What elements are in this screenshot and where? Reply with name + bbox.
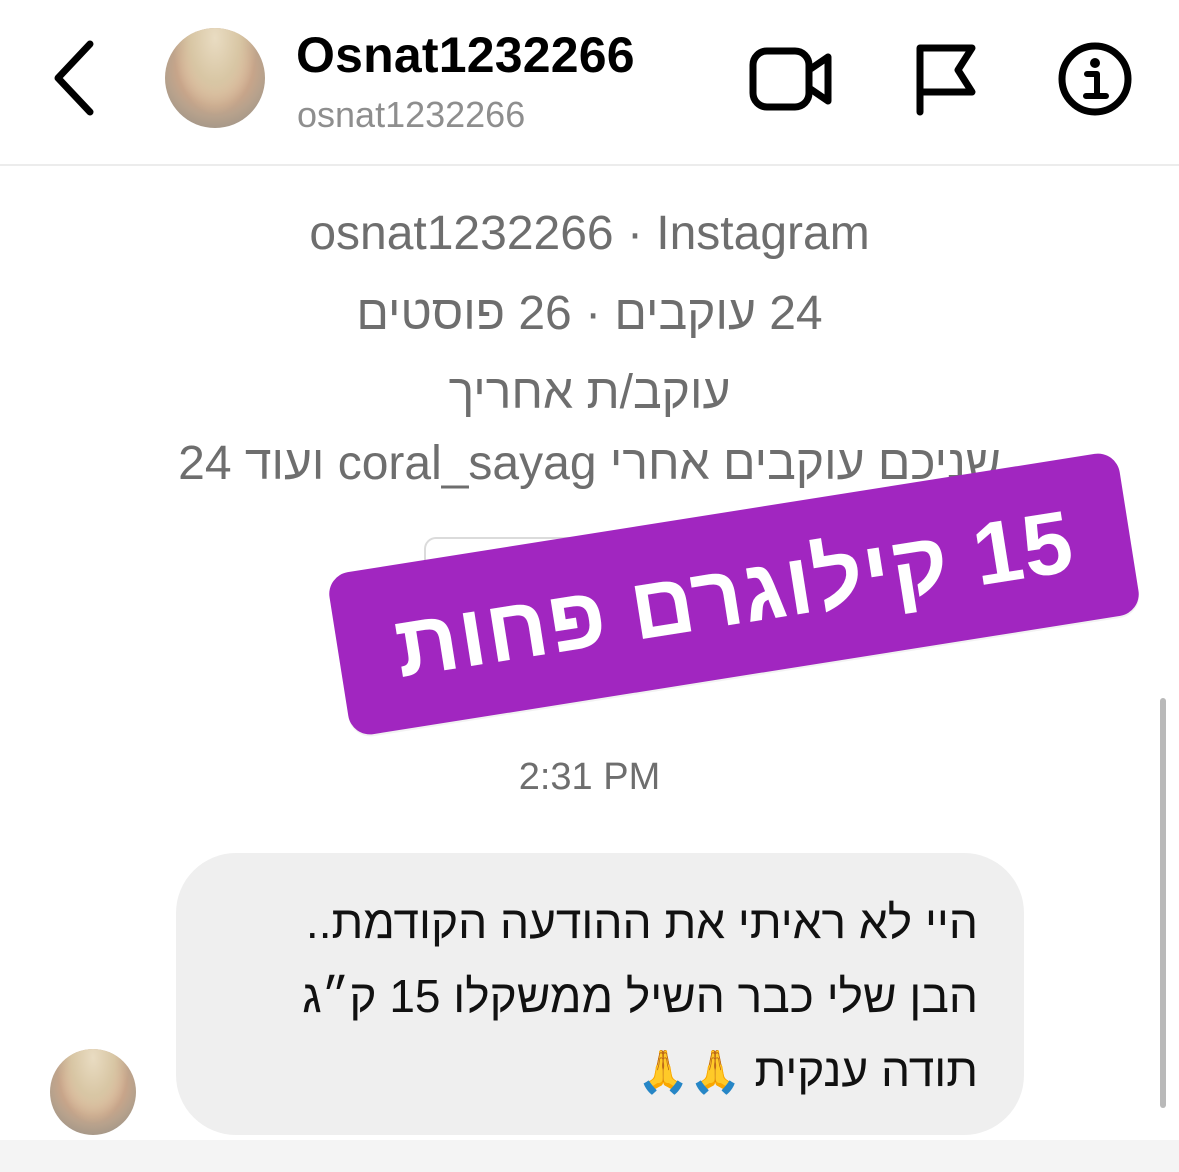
message-line: היי לא ראיתי את ההודעה הקודמת.. [305, 896, 978, 948]
message-bubble[interactable]: היי לא ראיתי את ההודעה הקודמת.. הבן שלי … [176, 853, 1024, 1135]
profile-username-platform: osnat1232266 · Instagram [309, 207, 870, 260]
avatar[interactable] [165, 28, 265, 128]
composer-area [0, 1140, 1179, 1172]
praying-hands-emoji: 🙏🙏 [637, 1048, 742, 1095]
chat-header: Osnat1232266 osnat1232266 [0, 0, 1179, 166]
info-button[interactable] [1056, 40, 1134, 118]
chevron-left-icon [54, 40, 94, 116]
info-icon [1058, 42, 1132, 116]
video-call-button[interactable] [748, 44, 834, 114]
promo-sticker-text: 15 קילוגרם פחות [387, 491, 1080, 696]
report-button[interactable] [910, 40, 980, 116]
message-timestamp: 2:31 PM [518, 756, 661, 798]
follows-you-label: עוקב/ת אחריך [448, 366, 731, 419]
back-button[interactable] [40, 36, 110, 120]
sender-avatar[interactable] [50, 1049, 136, 1135]
flag-icon [916, 44, 976, 116]
message-text: תודה ענקית [754, 1044, 979, 1096]
contact-handle[interactable]: osnat1232266 [297, 94, 525, 136]
video-camera-icon [749, 47, 832, 111]
profile-stats: 24 עוקבים · 26 פוסטים [356, 287, 823, 340]
contact-name[interactable]: Osnat1232266 [296, 26, 635, 84]
message-line: תודה ענקית 🙏🙏 [637, 1043, 978, 1097]
message-line: הבן שלי כבר השיל ממשקלו 15 ק״ג [302, 970, 978, 1022]
promo-sticker: 15 קילוגרם פחות [326, 450, 1142, 738]
scrollbar[interactable] [1160, 698, 1166, 1108]
